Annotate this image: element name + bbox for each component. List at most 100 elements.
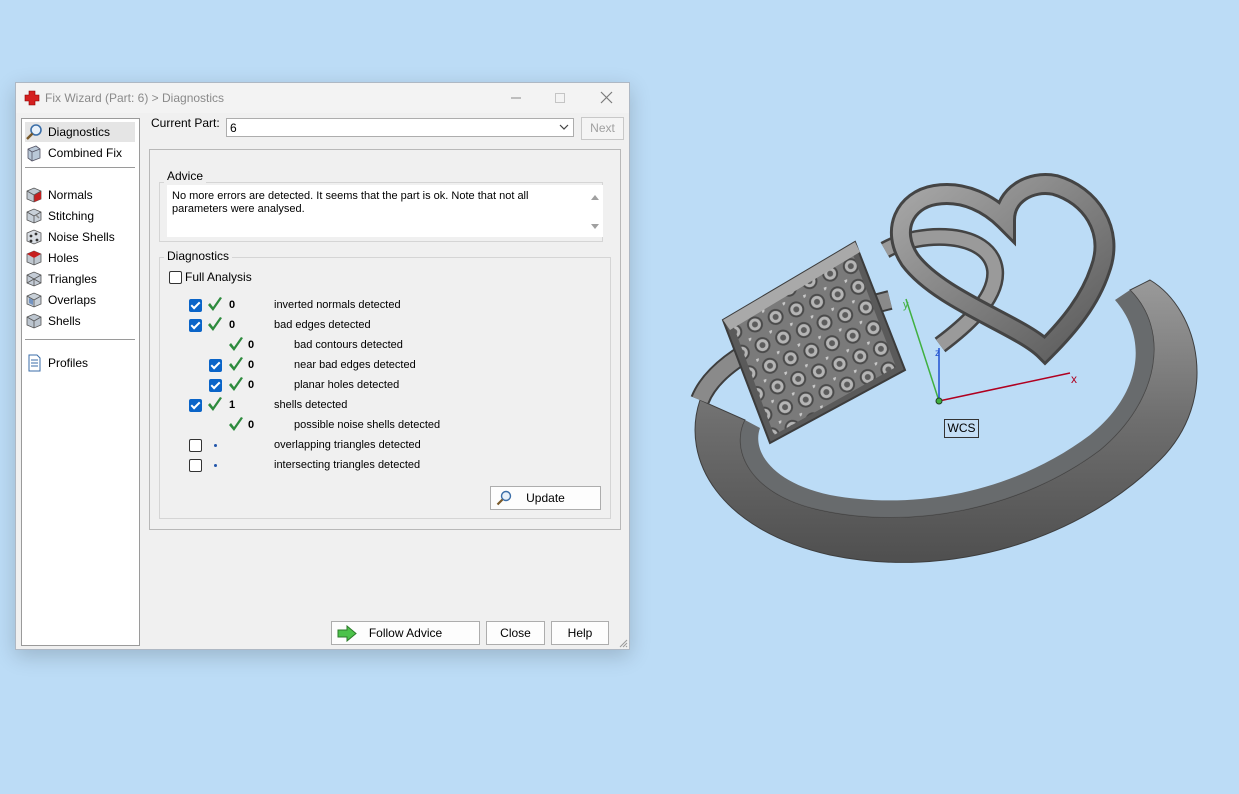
row-description: near bad edges detected <box>294 359 416 371</box>
profiles-icon <box>28 354 41 372</box>
row-checkbox[interactable] <box>189 439 202 452</box>
sidebar-item-holes[interactable]: Holes <box>25 248 135 268</box>
help-button[interactable]: Help <box>551 621 609 645</box>
full-analysis-option[interactable]: Full Analysis <box>169 270 252 284</box>
resize-grip-icon[interactable] <box>618 638 628 648</box>
red-cross-icon <box>24 90 40 106</box>
sidebar-item-combined-fix[interactable]: Combined Fix <box>25 143 135 163</box>
row-description: planar holes detected <box>294 379 400 391</box>
next-button[interactable]: Next <box>581 117 624 140</box>
sidebar-item-shells[interactable]: Shells <box>25 311 135 331</box>
row-count: 0 <box>229 299 236 311</box>
row-checkbox[interactable] <box>189 459 202 472</box>
green-check-icon <box>208 397 222 411</box>
arrow-right-icon <box>337 625 357 642</box>
holes-icon <box>26 250 42 266</box>
sidebar-item-label: Diagnostics <box>48 125 111 139</box>
row-description: bad contours detected <box>294 339 403 351</box>
update-button[interactable]: Update <box>490 486 601 510</box>
row-description: shells detected <box>274 399 348 411</box>
sidebar: Diagnostics Combined Fix Normals Stitchi… <box>21 118 140 646</box>
close-window-button[interactable] <box>591 87 621 109</box>
follow-advice-label: Follow Advice <box>368 626 443 640</box>
row-description: intersecting triangles detected <box>274 459 421 471</box>
row-count: 0 <box>248 359 255 371</box>
maximize-button[interactable] <box>545 87 575 109</box>
minimize-icon <box>511 97 521 99</box>
diagnostics-legend: Diagnostics <box>164 249 233 263</box>
ring-model: x y z <box>690 173 1198 563</box>
current-part-value: 6 <box>230 121 237 135</box>
y-axis-label: y <box>903 299 909 311</box>
sidebar-item-noise-shells[interactable]: Noise Shells <box>25 227 135 247</box>
sidebar-item-label: Stitching <box>48 209 95 223</box>
sidebar-item-triangles[interactable]: Triangles <box>25 269 135 289</box>
chevron-down-icon <box>559 124 569 130</box>
sidebar-item-normals[interactable]: Normals <box>25 185 135 205</box>
overlaps-icon <box>26 292 42 308</box>
title-bar[interactable]: Fix Wizard (Part: 6) > Diagnostics <box>16 83 629 113</box>
row-count: 1 <box>229 399 236 411</box>
z-axis-label: z <box>935 348 940 359</box>
current-part-label: Current Part: <box>151 116 220 130</box>
close-button[interactable]: Close <box>486 621 545 645</box>
triangles-icon <box>26 271 42 287</box>
sidebar-divider <box>25 167 135 168</box>
sidebar-item-label: Combined Fix <box>48 146 123 160</box>
scroll-up-icon[interactable] <box>588 191 602 205</box>
full-analysis-label: Full Analysis <box>185 270 252 284</box>
sidebar-item-diagnostics[interactable]: Diagnostics <box>25 122 135 142</box>
green-check-icon <box>208 317 222 331</box>
sidebar-item-label: Overlaps <box>48 293 97 307</box>
sidebar-item-label: Holes <box>48 251 79 265</box>
row-checkbox[interactable] <box>189 319 202 332</box>
window-title: Fix Wizard (Part: 6) > Diagnostics <box>45 91 225 105</box>
full-analysis-checkbox[interactable] <box>169 270 182 284</box>
magnifier-icon <box>26 124 42 140</box>
sidebar-item-label: Triangles <box>48 272 97 286</box>
row-count: 0 <box>248 379 255 391</box>
row-description: bad edges detected <box>274 319 371 331</box>
row-count: 0 <box>248 339 255 351</box>
advice-text: No more errors are detected. It seems th… <box>172 190 529 215</box>
noise-shells-icon <box>26 229 42 245</box>
current-part-select[interactable]: 6 <box>226 118 574 137</box>
row-count: 0 <box>229 319 236 331</box>
maximize-icon <box>555 93 565 103</box>
green-check-icon <box>229 377 243 391</box>
shells-icon <box>26 313 42 329</box>
row-description: overlapping triangles detected <box>274 439 421 451</box>
row-count: 0 <box>248 419 255 431</box>
minimize-button[interactable] <box>501 87 531 109</box>
close-icon <box>600 91 613 104</box>
green-check-icon <box>208 297 222 311</box>
green-check-icon <box>229 417 243 431</box>
magnifier-icon <box>496 490 512 506</box>
row-checkbox[interactable] <box>189 299 202 312</box>
wcs-label: WCS <box>944 419 979 438</box>
x-axis-label: x <box>1071 372 1077 386</box>
sidebar-item-label: Noise Shells <box>48 230 115 244</box>
sidebar-item-label: Shells <box>48 314 81 328</box>
scroll-down-icon[interactable] <box>588 219 602 233</box>
follow-advice-button[interactable]: Follow Advice <box>331 621 480 645</box>
sidebar-item-stitching[interactable]: Stitching <box>25 206 135 226</box>
row-checkbox[interactable] <box>209 359 222 372</box>
normals-icon <box>26 187 42 203</box>
green-check-icon <box>229 357 243 371</box>
row-description: inverted normals detected <box>274 299 401 311</box>
sidebar-item-label: Normals <box>48 188 93 202</box>
combined-fix-icon <box>27 145 41 162</box>
row-checkbox[interactable] <box>189 399 202 412</box>
stitching-icon <box>26 208 42 224</box>
sidebar-item-profiles[interactable]: Profiles <box>25 353 135 373</box>
update-label: Update <box>526 491 565 505</box>
row-checkbox[interactable] <box>209 379 222 392</box>
advice-textbox[interactable]: No more errors are detected. It seems th… <box>167 185 603 237</box>
row-description: possible noise shells detected <box>294 419 441 431</box>
advice-legend: Advice <box>164 169 207 183</box>
green-check-icon <box>229 337 243 351</box>
sidebar-divider <box>25 339 135 340</box>
fix-wizard-dialog: Fix Wizard (Part: 6) > Diagnostics Diagn… <box>15 82 630 650</box>
sidebar-item-overlaps[interactable]: Overlaps <box>25 290 135 310</box>
